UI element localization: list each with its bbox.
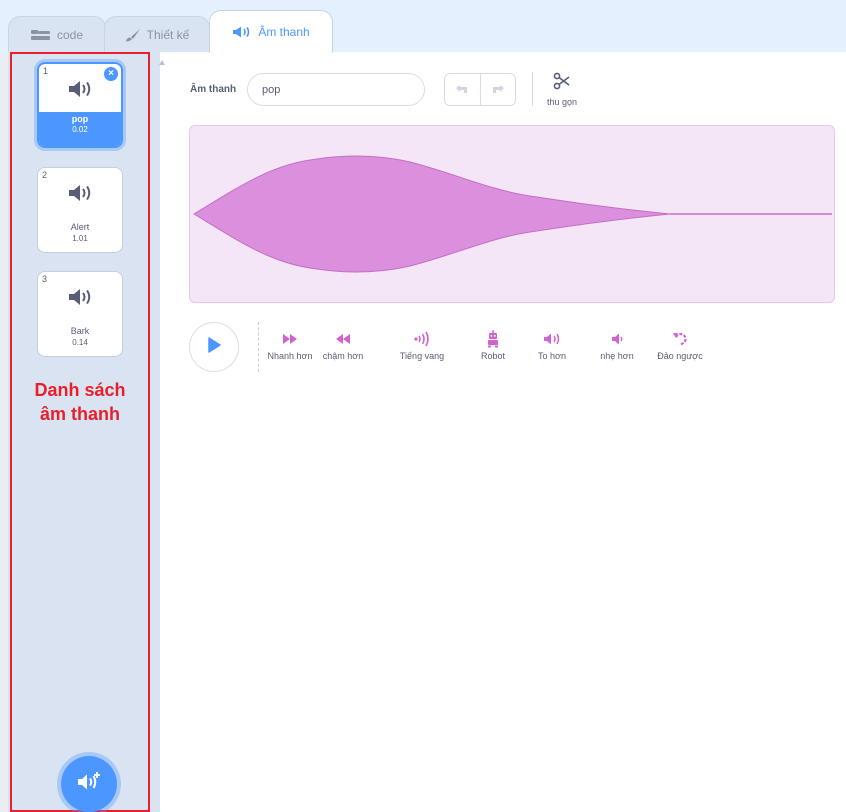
add-sound-button[interactable] (61, 756, 117, 812)
sound-list[interactable] (8, 52, 160, 812)
speaker-icon (38, 184, 122, 202)
effect-label: Robot (480, 351, 506, 361)
robot-icon (468, 330, 518, 348)
sound-name: pop (71, 114, 89, 124)
redo-button[interactable] (481, 74, 516, 105)
sound-duration: 0.14 (72, 338, 88, 347)
sound-index: 1 (43, 66, 49, 76)
paintbrush-icon (125, 28, 141, 42)
echo-icon (394, 330, 450, 348)
speaker-icon (39, 80, 121, 98)
effect-echo-button[interactable]: Tiếng vang (394, 330, 450, 361)
effect-slower-button[interactable]: chậm hơn (318, 330, 368, 361)
effect-softer-button[interactable]: nhẹ hơn (592, 330, 642, 361)
sound-index: 2 (42, 170, 48, 180)
slower-icon (318, 330, 368, 348)
effect-louder-button[interactable]: To hơn (527, 330, 577, 361)
effect-label: Đảo ngược (657, 351, 703, 361)
sound-name: Bark (70, 326, 90, 336)
tab-sounds[interactable]: Âm thanh (209, 10, 333, 53)
sound-list-annotation: Danh sách âm thanh (34, 380, 126, 424)
sound-name: Alert (70, 222, 90, 232)
effect-faster-button[interactable]: Nhanh hơn (262, 330, 318, 361)
scroll-up-arrow[interactable] (159, 60, 165, 65)
undo-icon (455, 81, 469, 99)
editor-tab-bar: code Thiết kế Âm thanh (0, 0, 846, 53)
sound-name-label: Âm thanh (190, 84, 237, 95)
sound-tile-bark[interactable]: 3 Bark 0.14 (37, 271, 123, 357)
speaker-icon (38, 288, 122, 306)
softer-icon (592, 330, 642, 348)
undo-redo-group (444, 73, 516, 106)
trim-button[interactable]: thu gọn (540, 72, 584, 107)
effect-label: chậm hơn (322, 351, 364, 361)
effect-robot-button[interactable]: Robot (468, 330, 518, 361)
tab-code-label: code (56, 27, 84, 42)
code-blocks-icon (30, 29, 51, 41)
scissors-icon (553, 72, 571, 94)
speaker-icon (232, 26, 252, 38)
tab-costumes[interactable]: Thiết kế (104, 16, 210, 52)
sound-index: 3 (42, 274, 48, 284)
tab-code[interactable]: code (8, 16, 106, 52)
effect-label: nhẹ hơn (600, 351, 634, 361)
play-button[interactable] (189, 322, 239, 372)
faster-icon (262, 330, 318, 348)
tab-sounds-label: Âm thanh (258, 25, 310, 39)
effect-reverse-button[interactable]: Đảo ngược (652, 330, 708, 361)
effect-label: Tiếng vang (399, 351, 445, 361)
sound-tile-alert[interactable]: 2 Alert 1.01 (37, 167, 123, 253)
sound-tile-pop[interactable]: 1 × pop 0.02 (37, 62, 123, 148)
sound-duration: 0.02 (72, 125, 88, 134)
sound-waveform[interactable] (189, 125, 835, 303)
undo-button[interactable] (445, 74, 481, 105)
effects-divider (258, 322, 259, 372)
effect-label: To hơn (538, 351, 566, 361)
effect-label: Nhanh hơn (267, 351, 313, 361)
sound-name-input[interactable] (247, 73, 425, 106)
trim-label: thu gọn (546, 97, 578, 107)
reverse-icon (652, 330, 708, 348)
play-icon (207, 336, 221, 358)
sound-duration: 1.01 (72, 234, 88, 243)
redo-icon (491, 81, 505, 99)
louder-icon (527, 330, 577, 348)
tab-costumes-label: Thiết kế (146, 27, 190, 42)
add-sound-icon (76, 771, 102, 798)
toolbar-divider (532, 72, 533, 106)
